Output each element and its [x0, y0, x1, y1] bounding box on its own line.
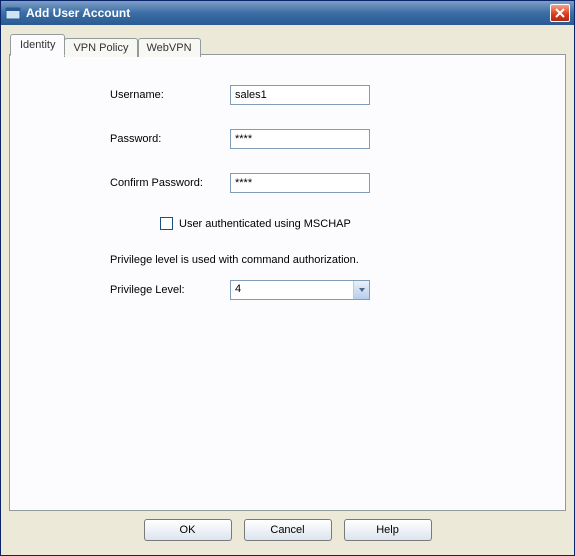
- close-icon: [555, 8, 565, 18]
- row-password: Password:: [30, 129, 545, 149]
- titlebar: Add User Account: [1, 1, 574, 25]
- button-label: OK: [180, 524, 196, 536]
- tab-vpn-policy[interactable]: VPN Policy: [64, 38, 137, 57]
- tab-strip: Identity VPN Policy WebVPN: [9, 33, 566, 55]
- chevron-down-icon: [358, 286, 366, 294]
- button-label: Help: [376, 524, 399, 536]
- tab-webvpn[interactable]: WebVPN: [138, 38, 201, 57]
- row-username: Username:: [30, 85, 545, 105]
- cancel-button[interactable]: Cancel: [244, 519, 332, 541]
- client-area: Identity VPN Policy WebVPN Username: Pas…: [1, 25, 574, 555]
- password-input[interactable]: [230, 129, 370, 149]
- confirm-password-label: Confirm Password:: [110, 177, 230, 189]
- privilege-level-label: Privilege Level:: [110, 284, 230, 296]
- button-row: OK Cancel Help: [9, 511, 566, 547]
- help-button[interactable]: Help: [344, 519, 432, 541]
- button-label: Cancel: [270, 524, 304, 536]
- username-label: Username:: [110, 89, 230, 101]
- row-mschap: User authenticated using MSCHAP: [30, 217, 545, 230]
- tab-identity[interactable]: Identity: [10, 34, 65, 56]
- ok-button[interactable]: OK: [144, 519, 232, 541]
- dialog-window: Add User Account Identity VPN Policy Web…: [0, 0, 575, 556]
- mschap-label: User authenticated using MSCHAP: [179, 218, 351, 230]
- row-confirm-password: Confirm Password:: [30, 173, 545, 193]
- row-privilege-level: Privilege Level: 4: [30, 280, 545, 300]
- tab-label: WebVPN: [147, 42, 192, 54]
- dropdown-button[interactable]: [353, 281, 369, 299]
- identity-panel: Username: Password: Confirm Password: Us…: [9, 54, 566, 511]
- username-input[interactable]: [230, 85, 370, 105]
- tab-label: VPN Policy: [73, 42, 128, 54]
- privilege-note: Privilege level is used with command aut…: [30, 254, 545, 266]
- mschap-checkbox[interactable]: [160, 217, 173, 230]
- password-label: Password:: [110, 133, 230, 145]
- close-button[interactable]: [550, 4, 570, 22]
- window-title: Add User Account: [26, 6, 550, 20]
- tab-label: Identity: [20, 39, 55, 51]
- confirm-password-input[interactable]: [230, 173, 370, 193]
- privilege-level-value: 4: [231, 281, 353, 299]
- app-icon: [5, 5, 21, 21]
- privilege-level-select[interactable]: 4: [230, 280, 370, 300]
